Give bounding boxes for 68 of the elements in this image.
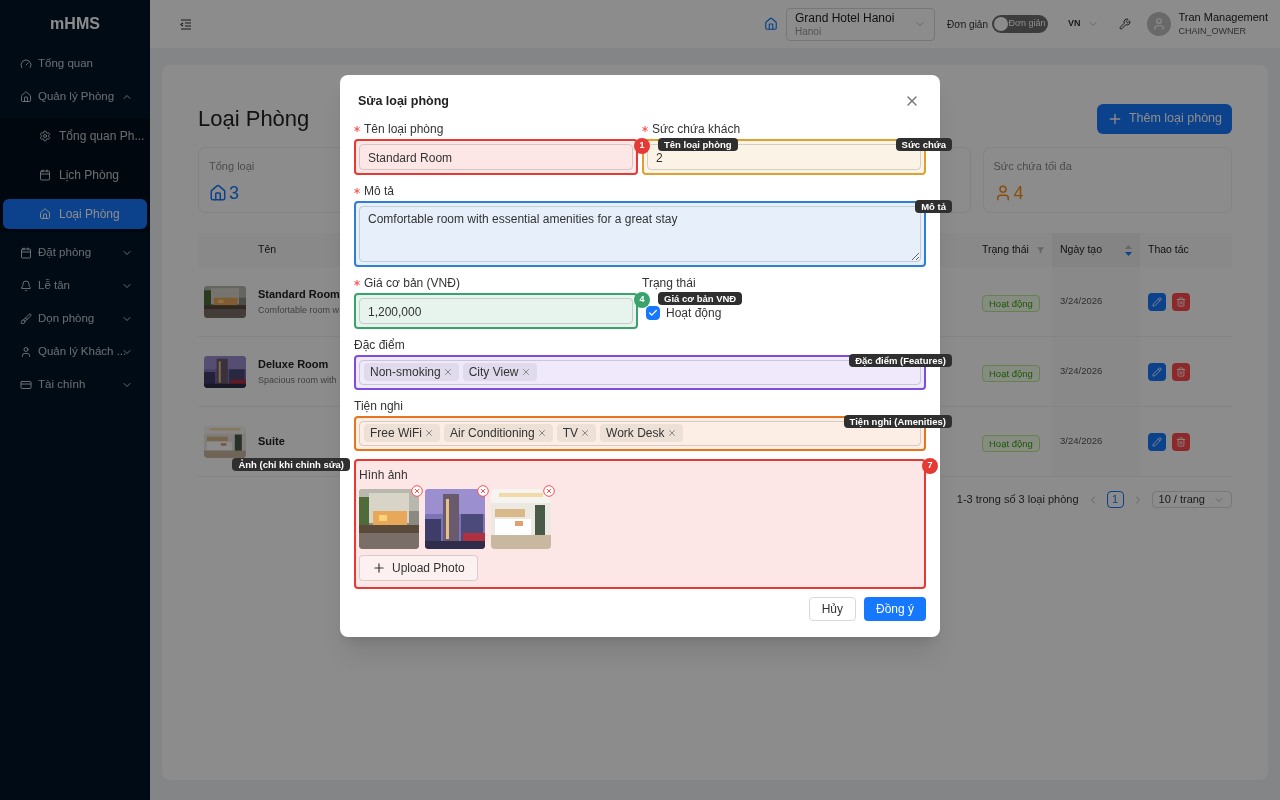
dialog-title: Sửa loại phòng [358,93,449,110]
field-label: Tên loại phòng [364,120,444,137]
page-title: Loại Phòng [198,105,310,133]
field-label: Giá cơ bản (VNĐ) [364,274,460,291]
tag-text: City View [468,364,519,381]
stat-value: 4 [1013,181,1024,205]
user-role: CHAIN_OWNER [1178,26,1248,38]
user-name: Tran Management [1178,10,1268,25]
annotation-label: Giá cơ bản VNĐ [658,291,743,305]
tag-text: Work Desk [606,425,665,442]
column-header[interactable]: Ngày tạo [1052,233,1140,267]
status-tag: Hoạt động [982,294,1040,312]
pagination-summary: 1-3 trong số 3 loại phòng [956,492,1079,508]
number-badge: 7 [922,457,938,474]
status-tag: Hoạt động [982,364,1040,382]
sidebar-item[interactable]: Tài chính [3,373,147,397]
checkbox-label: Hoạt động [666,304,722,321]
stat-value: 3 [229,181,239,205]
field-label: Đặc điểm [354,336,405,353]
annotation-label: Mô tả [915,199,952,213]
sidebar-item[interactable]: Tổng quan Ph... [3,121,147,151]
upload-button[interactable]: Upload Photo [359,554,478,581]
room-name: Deluxe Room [258,356,329,372]
date-cell: 3/24/2026 [1060,294,1103,309]
tag-text: TV [562,425,579,442]
column-header[interactable]: Trạng thái [974,233,1052,267]
hotel-select[interactable]: Grand Hotel Hanoi Hanoi [785,7,935,41]
mode-label: Đơn giản [946,17,988,32]
room-description: Spacious room with [258,374,337,387]
annotation-label: Tên loại phòng [658,137,738,151]
date-cell: 3/24/2026 [1060,364,1103,379]
mode-switch[interactable]: Đơn giản [992,15,1048,33]
field-label: Sức chứa khách [652,120,741,137]
sidebar-item[interactable]: Đặt phòng [3,241,147,265]
sidebar-item[interactable]: Lễ tân [3,274,147,298]
sidebar-item[interactable]: Dọn phòng [3,307,147,331]
room-name: Standard Room [258,286,340,302]
page-button[interactable]: 1 [1106,491,1124,508]
add-button[interactable]: Thêm loại phòng [1096,103,1232,134]
language-select[interactable]: VN [1068,17,1099,31]
field-label: Trạng thái [642,274,696,291]
app-logo: mHMS [49,14,101,34]
annotation-label: Sức chứa [895,137,952,151]
room-name: Suite [258,434,285,450]
cancel-button[interactable]: Hủy [808,596,856,621]
tag-text: Air Conditioning [450,425,535,442]
annotation-label: Tiện nghi (Amenities) [843,414,952,428]
field-label: Mô tả [364,182,394,199]
sidebar-item[interactable]: Quản lý Phòng [3,85,147,109]
column-header[interactable]: Thao tác [1140,233,1232,267]
sidebar-item[interactable]: Loại Phòng [3,199,147,229]
number-badge: 1 [634,137,650,154]
tag-text: Free WiFi [370,425,422,442]
room-description: Comfortable room w [258,304,340,317]
stat-label: Sức chứa tối đa [993,159,1073,174]
field-label: Hình ảnh [359,466,409,483]
page-size-select[interactable]: 10 / trang [1151,491,1232,508]
date-cell: 3/24/2026 [1060,434,1103,449]
tag-text: Non-smoking [370,364,441,381]
sidebar-item[interactable]: Tổng quan [3,52,147,76]
sidebar-item[interactable]: Lịch Phòng [3,160,147,190]
status-tag: Hoạt động [982,434,1040,452]
confirm-button[interactable]: Đồng ý [863,596,926,621]
stat-label: Tổng loại [209,159,256,174]
field-label: Tiện nghi [354,397,403,414]
sidebar-item[interactable]: Quản lý Khách ... [3,340,147,364]
annotation-label: Đặc điểm (Features) [849,353,952,367]
number-badge: 4 [634,291,650,308]
